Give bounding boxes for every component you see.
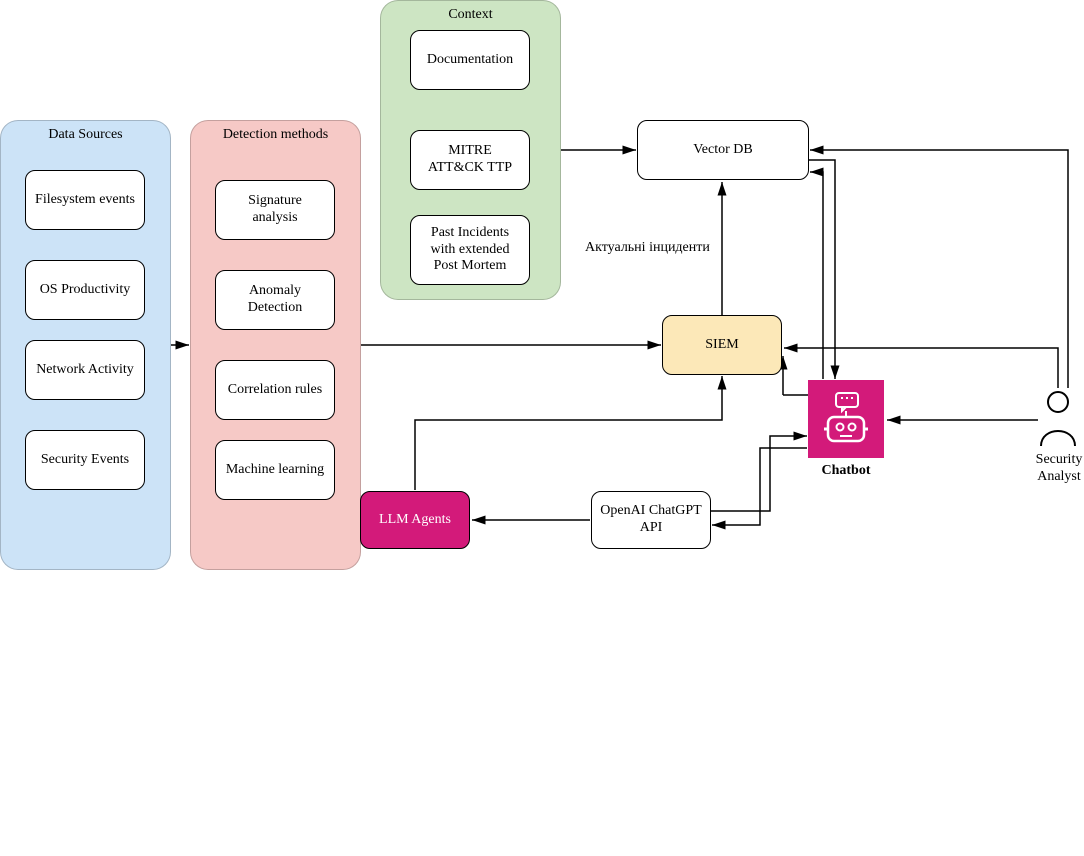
- block-mitre: MITRE ATT&CK TTP: [410, 130, 530, 190]
- group-title-detection-methods: Detection methods: [191, 121, 360, 143]
- group-title-data-sources: Data Sources: [1, 121, 170, 143]
- block-correlation-rules: Correlation rules: [215, 360, 335, 420]
- diagram-canvas: Data Sources Filesystem events OS Produc…: [0, 0, 1084, 856]
- block-os-productivity: OS Productivity: [25, 260, 145, 320]
- block-documentation: Documentation: [410, 30, 530, 90]
- security-analyst-icon: [1038, 388, 1078, 448]
- block-anomaly-detection: Anomaly Detection: [215, 270, 335, 330]
- block-past-incidents: Past Incidents with extended Post Mortem: [410, 215, 530, 285]
- block-signature-analysis: Signature analysis: [215, 180, 335, 240]
- block-machine-learning: Machine learning: [215, 440, 335, 500]
- chatbot-label: Chatbot: [796, 463, 896, 479]
- block-network-activity: Network Activity: [25, 340, 145, 400]
- edge-label-current-incidents: Актуальні інциденти: [585, 240, 710, 256]
- block-openai-api: OpenAI ChatGPT API: [591, 491, 711, 549]
- block-security-events: Security Events: [25, 430, 145, 490]
- block-filesystem-events: Filesystem events: [25, 170, 145, 230]
- security-analyst-label: Security Analyst: [1024, 452, 1084, 486]
- block-llm-agents: LLM Agents: [360, 491, 470, 549]
- block-vector-db: Vector DB: [637, 120, 809, 180]
- group-title-context: Context: [381, 1, 560, 23]
- block-siem: SIEM: [662, 315, 782, 375]
- chatbot-icon: [808, 380, 884, 458]
